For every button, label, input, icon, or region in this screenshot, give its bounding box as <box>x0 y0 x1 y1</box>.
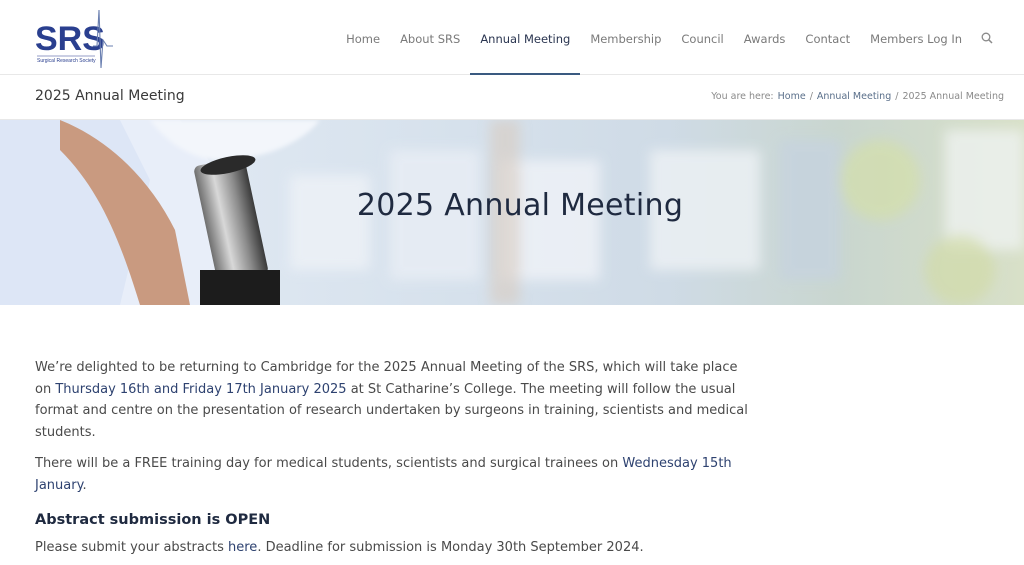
breadcrumb-separator: / <box>895 91 899 102</box>
training-day-text: There will be a FREE training day for me… <box>35 456 623 471</box>
srs-logo[interactable]: SRS Surgical Research Society <box>35 6 115 70</box>
hero-title: 2025 Annual Meeting <box>356 188 684 223</box>
hero-banner: 2025 Annual Meeting <box>0 120 1024 305</box>
breadcrumb-prefix: You are here: <box>711 91 774 102</box>
deadline-text: . Deadline for submission is Monday 30th… <box>257 540 644 555</box>
site-header: SRS Surgical Research Society Home About… <box>0 0 1024 75</box>
main-content: We’re delighted to be returning to Cambr… <box>35 357 755 565</box>
training-day-paragraph: There will be a FREE training day for me… <box>35 453 755 496</box>
meeting-dates: Thursday 16th and Friday 17th January 20… <box>55 381 347 397</box>
nav-contact[interactable]: Contact <box>795 0 860 75</box>
breadcrumb-annual-meeting[interactable]: Annual Meeting <box>817 91 891 102</box>
title-bar: 2025 Annual Meeting You are here: Home /… <box>0 75 1024 120</box>
nav-council[interactable]: Council <box>671 0 733 75</box>
abstract-paragraph: Please submit your abstracts here. Deadl… <box>35 537 755 559</box>
abstract-submit-link[interactable]: here <box>228 540 257 555</box>
breadcrumb-home[interactable]: Home <box>778 91 806 102</box>
breadcrumb-current: 2025 Annual Meeting <box>902 91 1004 102</box>
svg-text:SRS: SRS <box>35 20 105 58</box>
breadcrumb-separator: / <box>809 91 813 102</box>
main-nav: Home About SRS Annual Meeting Membership… <box>336 0 1002 75</box>
abstract-submission-heading: Abstract submission is OPEN <box>35 512 271 528</box>
nav-about-srs[interactable]: About SRS <box>390 0 470 75</box>
page-title: 2025 Annual Meeting <box>35 88 185 104</box>
search-icon[interactable] <box>972 0 1002 75</box>
nav-home[interactable]: Home <box>336 0 390 75</box>
training-day-end: . <box>82 477 87 493</box>
breadcrumb: You are here: Home / Annual Meeting / 20… <box>711 91 1004 102</box>
svg-text:Surgical Research Society: Surgical Research Society <box>37 58 96 64</box>
nav-members-log-in[interactable]: Members Log In <box>860 0 972 75</box>
intro-paragraph: We’re delighted to be returning to Cambr… <box>35 357 755 443</box>
abstract-text: Please submit your abstracts <box>35 540 229 555</box>
nav-membership[interactable]: Membership <box>580 0 671 75</box>
nav-annual-meeting[interactable]: Annual Meeting <box>470 0 581 75</box>
nav-awards[interactable]: Awards <box>734 0 796 75</box>
